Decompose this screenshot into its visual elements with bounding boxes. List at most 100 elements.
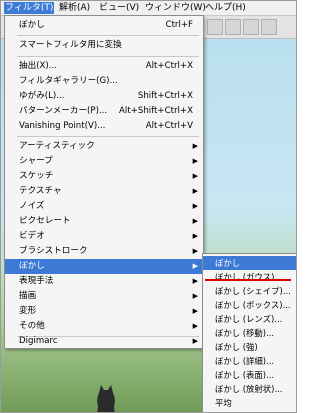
menu-filter[interactable]: フィルタ(T) — [4, 2, 55, 14]
menu-item-label: アーティスティック — [19, 141, 95, 151]
menu-item-label: ゆがみ(L)... — [19, 91, 65, 101]
toolbar-button[interactable] — [261, 19, 277, 35]
menu-item-shortcut: Alt+Shift+Ctrl+X — [119, 106, 193, 116]
menu-item-brush-strokes[interactable]: ブラシストローク ▶ — [5, 244, 203, 259]
submenu-item-label: ぼかし (ガウス)... — [215, 272, 283, 282]
submenu-arrow-icon: ▶ — [192, 187, 198, 195]
menu-item-label: 変形 — [19, 306, 37, 316]
submenu-item-lens-blur[interactable]: ぼかし (レンズ)... — [203, 312, 296, 326]
menu-item-extract[interactable]: 抽出(X)... Alt+Ctrl+X — [5, 59, 203, 74]
menu-view[interactable]: ビュー(V) — [98, 2, 140, 14]
submenu-item-radial-blur[interactable]: ぼかし (放射状)... — [203, 382, 296, 396]
menu-item-label: ぼかし — [19, 261, 45, 271]
submenu-arrow-icon: ▶ — [192, 277, 198, 285]
menu-item-noise[interactable]: ノイズ ▶ — [5, 199, 203, 214]
menu-item-distort[interactable]: 変形 ▶ — [5, 304, 203, 319]
submenu-item-label: ぼかし (強) — [215, 342, 258, 352]
menu-item-label: ビデオ — [19, 231, 45, 241]
submenu-arrow-icon: ▶ — [192, 337, 198, 345]
menu-item-label: その他 — [19, 321, 45, 331]
menu-item-label: 描画 — [19, 291, 37, 301]
menu-item-other[interactable]: その他 ▶ — [5, 319, 203, 334]
menu-item-label: ブラシストローク — [19, 246, 88, 256]
menu-item-video[interactable]: ビデオ ▶ — [5, 229, 203, 244]
menu-item-shortcut: Shift+Ctrl+X — [137, 91, 193, 101]
menu-analysis[interactable]: 解析(A) — [58, 2, 91, 14]
menu-item-convert-smart-filter[interactable]: スマートフィルタ用に変換 — [5, 38, 203, 53]
menu-item-label: テクスチャ — [19, 186, 62, 196]
menu-separator — [17, 35, 199, 36]
menu-item-label: スマートフィルタ用に変換 — [19, 40, 122, 50]
menu-item-label: スケッチ — [19, 171, 54, 181]
submenu-item-label: ぼかし (シェイプ)... — [215, 286, 291, 296]
menu-item-liquify[interactable]: ゆがみ(L)... Shift+Ctrl+X — [5, 89, 203, 104]
menu-item-label: ノイズ — [19, 201, 45, 211]
menu-separator — [17, 56, 199, 57]
menu-help[interactable]: ヘルプ(H) — [204, 2, 247, 14]
submenu-arrow-icon: ▶ — [192, 307, 198, 315]
menu-item-last-filter[interactable]: ぼかし Ctrl+F — [5, 18, 203, 33]
photoshop-window: フィルタ(T) 解析(A) ビュー(V) ウィンドウ(W) ヘルプ(H) ぼかし… — [0, 0, 297, 413]
toolbar-button[interactable] — [225, 19, 241, 35]
menu-item-label: Digimarc — [19, 336, 58, 346]
submenu-item-smart-blur[interactable]: ぼかし (詳細)... — [203, 354, 296, 368]
submenu-arrow-icon: ▶ — [192, 262, 198, 270]
cat-silhouette-icon — [97, 385, 115, 412]
menu-item-pattern-maker[interactable]: パターンメーカー(P)... Alt+Shift+Ctrl+X — [5, 104, 203, 119]
submenu-arrow-icon: ▶ — [192, 232, 198, 240]
submenu-arrow-icon: ▶ — [192, 202, 198, 210]
submenu-arrow-icon: ▶ — [192, 157, 198, 165]
menu-item-filter-gallery[interactable]: フィルタギャラリー(G)... — [5, 74, 203, 89]
menu-item-artistic[interactable]: アーティスティック ▶ — [5, 139, 203, 154]
menu-item-label: Vanishing Point(V)... — [19, 121, 106, 131]
menu-window[interactable]: ウィンドウ(W) — [144, 2, 207, 14]
submenu-item-average[interactable]: 平均 — [203, 396, 296, 410]
menu-separator — [17, 136, 199, 137]
submenu-item-label: ぼかし (詳細)... — [215, 356, 275, 366]
menu-item-render[interactable]: 描画 ▶ — [5, 289, 203, 304]
submenu-item-gaussian-blur[interactable]: ぼかし (ガウス)... — [203, 270, 296, 284]
menu-item-label: パターンメーカー(P)... — [19, 106, 108, 116]
submenu-arrow-icon: ▶ — [192, 292, 198, 300]
submenu-item-blur[interactable]: ぼかし — [203, 256, 296, 270]
menu-item-vanishing-point[interactable]: Vanishing Point(V)... Alt+Ctrl+V — [5, 119, 203, 134]
menu-item-pixelate[interactable]: ピクセレート ▶ — [5, 214, 203, 229]
toolbar-button[interactable] — [243, 19, 259, 35]
submenu-item-shape-blur[interactable]: ぼかし (シェイプ)... — [203, 284, 296, 298]
submenu-item-label: ぼかし (放射状)... — [215, 384, 283, 394]
menu-item-sketch[interactable]: スケッチ ▶ — [5, 169, 203, 184]
submenu-item-box-blur[interactable]: ぼかし (ボックス)... — [203, 298, 296, 312]
menu-item-label: 表現手法 — [19, 276, 54, 286]
menubar: フィルタ(T) 解析(A) ビュー(V) ウィンドウ(W) ヘルプ(H) — [1, 1, 296, 16]
menu-item-label: 抽出(X)... — [19, 61, 57, 71]
toolbar-button[interactable] — [207, 19, 223, 35]
submenu-item-label: ぼかし (ボックス)... — [215, 300, 291, 310]
menu-item-shortcut: Ctrl+F — [165, 20, 193, 30]
menu-item-sharpen[interactable]: シャープ ▶ — [5, 154, 203, 169]
filter-menu: ぼかし Ctrl+F スマートフィルタ用に変換 抽出(X)... Alt+Ctr… — [4, 15, 204, 349]
submenu-arrow-icon: ▶ — [192, 142, 198, 150]
submenu-arrow-icon: ▶ — [192, 217, 198, 225]
menu-item-shortcut: Alt+Ctrl+V — [145, 121, 193, 131]
menu-item-label: ピクセレート — [19, 216, 71, 226]
menu-item-label: フィルタギャラリー(G)... — [19, 76, 118, 86]
emphasis-underline — [205, 279, 291, 281]
submenu-arrow-icon: ▶ — [192, 322, 198, 330]
blur-submenu: ぼかし ぼかし (ガウス)... ぼかし (シェイプ)... ぼかし (ボックス… — [202, 253, 296, 412]
submenu-item-label: ぼかし — [215, 258, 241, 268]
submenu-item-label: ぼかし (移動)... — [215, 328, 275, 338]
submenu-item-motion-blur[interactable]: ぼかし (移動)... — [203, 326, 296, 340]
submenu-arrow-icon: ▶ — [192, 172, 198, 180]
menu-item-stylize[interactable]: 表現手法 ▶ — [5, 274, 203, 289]
submenu-arrow-icon: ▶ — [192, 247, 198, 255]
menu-item-label: シャープ — [19, 156, 53, 166]
submenu-item-label: ぼかし (表面)... — [215, 370, 275, 380]
submenu-item-surface-blur[interactable]: ぼかし (表面)... — [203, 368, 296, 382]
menu-item-digimarc[interactable]: Digimarc ▶ — [5, 334, 203, 349]
menu-item-label: ぼかし — [19, 20, 45, 30]
submenu-item-blur-more[interactable]: ぼかし (強) — [203, 340, 296, 354]
menu-item-blur[interactable]: ぼかし ▶ — [5, 259, 203, 274]
menu-item-shortcut: Alt+Ctrl+X — [145, 61, 193, 71]
submenu-item-label: ぼかし (レンズ)... — [215, 314, 283, 324]
menu-item-texture[interactable]: テクスチャ ▶ — [5, 184, 203, 199]
